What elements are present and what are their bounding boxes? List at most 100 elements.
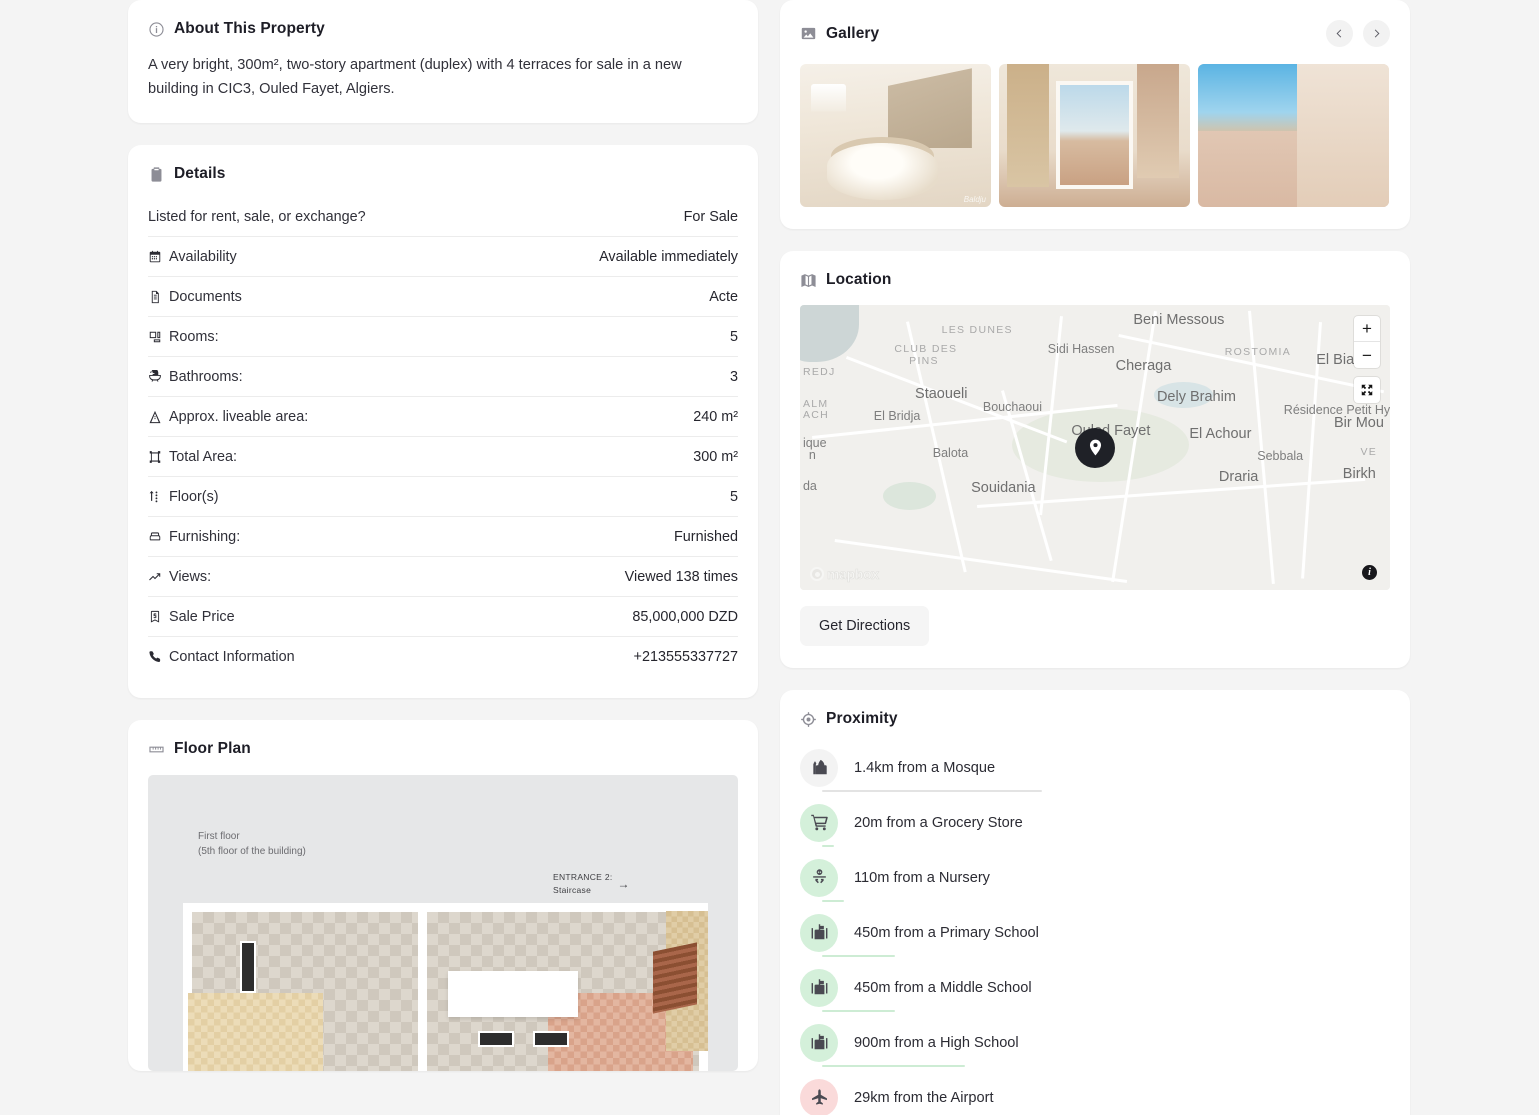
- map-place-label: da: [802, 478, 817, 493]
- map-info-button[interactable]: i: [1362, 565, 1377, 580]
- expand-icon: [1361, 384, 1373, 396]
- details-label-text: Sale Price: [169, 609, 235, 626]
- details-card: Details Listed for rent, sale, or exchan…: [128, 145, 758, 699]
- proximity-item: 1.4km from a Mosque: [800, 740, 1390, 795]
- floor-plan-entrance-text: ENTRANCE 2: Staircase: [553, 872, 613, 896]
- map-zoom-in-button[interactable]: +: [1354, 316, 1380, 342]
- gallery-thumb-2[interactable]: [999, 64, 1190, 207]
- map-place-label: El Bia: [1316, 352, 1355, 369]
- details-row-value: 240 m²: [693, 409, 738, 426]
- location-header: Location: [800, 271, 1390, 289]
- airplane-icon: [810, 1088, 829, 1107]
- gallery-thumb-1[interactable]: Baldju: [800, 64, 991, 207]
- details-row: Furnishing: Furnished: [148, 517, 738, 558]
- property-listing-page: About This Property A very bright, 300m²…: [0, 0, 1539, 1115]
- floor-plan-fixture-2: [478, 1031, 514, 1048]
- document-icon: [148, 290, 162, 304]
- proximity-label: 20m from a Grocery Store: [854, 814, 1023, 831]
- details-header: Details: [148, 165, 738, 183]
- chevron-right-icon: [1374, 29, 1380, 38]
- ruler-icon: [148, 741, 165, 758]
- details-row-label: Documents: [148, 289, 242, 305]
- gallery-thumb-3[interactable]: Baldju: [1198, 64, 1389, 207]
- details-row-label: Floor(s): [148, 489, 219, 505]
- details-row: Availability Available immediately: [148, 237, 738, 278]
- map-place-label: Beni Messous: [1133, 312, 1225, 329]
- gallery-card: Gallery Baldju Baldju: [780, 0, 1410, 229]
- photo-watermark: Baldju: [1361, 195, 1384, 204]
- details-row-value: 5: [729, 329, 738, 346]
- gallery-title: Gallery: [826, 24, 880, 42]
- school-icon: [810, 923, 829, 942]
- gallery-next-button[interactable]: [1363, 20, 1390, 47]
- map-place-label: El Achour: [1189, 426, 1252, 443]
- phone-icon: [148, 650, 162, 664]
- map-zoom-out-button[interactable]: −: [1354, 342, 1380, 368]
- details-row-label: Total Area:: [148, 449, 237, 465]
- about-title: About This Property: [174, 20, 325, 37]
- details-label-text: Furnishing:: [169, 529, 241, 546]
- details-row-value: +213555337727: [633, 649, 738, 666]
- proximity-label: 900m from a High School: [854, 1034, 1019, 1051]
- proximity-label: 110m from a Nursery: [854, 869, 990, 886]
- proximity-icon-badge: [800, 968, 838, 1007]
- map-location-pin[interactable]: [1075, 427, 1115, 468]
- floor-plan-entrance-label: ENTRANCE 2: Staircase →: [553, 871, 630, 897]
- glass-door: [1306, 84, 1361, 163]
- floor-plan-entrance-arrow: →: [617, 877, 630, 892]
- proximity-card: Proximity 1.4km from a Mosque 20m from a …: [780, 690, 1410, 1115]
- details-row: Documents Acte: [148, 277, 738, 318]
- trend-up-icon: [148, 570, 162, 584]
- proximity-label: 450m from a Middle School: [854, 979, 1032, 996]
- map-place-label: Cheraga: [1115, 357, 1172, 374]
- school-icon: [810, 1033, 829, 1052]
- map-place-label: El Bridja: [873, 409, 921, 424]
- proximity-item: 110m from a Nursery: [800, 850, 1390, 905]
- map-place-label: n: [808, 447, 816, 462]
- clipboard-icon: [148, 166, 165, 183]
- map[interactable]: LES DUNES Beni Messous Sidi Hassen Cheraga R…: [800, 305, 1390, 590]
- map-place-label: ACH: [802, 409, 830, 422]
- map-place-label: Balota: [932, 446, 969, 461]
- floor-plan-header: Floor Plan: [148, 740, 738, 758]
- details-label-text: Total Area:: [169, 449, 237, 466]
- floor-plan-rug-left: [188, 993, 323, 1072]
- proximity-list: 1.4km from a Mosque 20m from a Grocery St…: [800, 740, 1390, 1115]
- proximity-item: 450m from a Middle School: [800, 960, 1390, 1015]
- details-label-text: Rooms:: [169, 329, 219, 346]
- proximity-title: Proximity: [826, 710, 898, 727]
- proximity-label: 1.4km from a Mosque: [854, 759, 996, 776]
- gallery-prev-button[interactable]: [1326, 20, 1353, 47]
- details-label-text: Documents: [169, 289, 242, 306]
- map-place-label: Souidania: [971, 480, 1036, 497]
- proximity-item: 29km from the Airport: [800, 1070, 1390, 1115]
- details-table: Listed for rent, sale, or exchange? For S…: [148, 197, 738, 676]
- proximity-distance-bar: [822, 1065, 965, 1067]
- proximity-icon-badge: [800, 1023, 838, 1062]
- get-directions-button[interactable]: Get Directions: [800, 606, 930, 646]
- about-header: About This Property: [148, 20, 738, 38]
- about-description: A very bright, 300m², two-story apartmen…: [148, 57, 682, 97]
- ruler-triangle-icon: [148, 410, 162, 424]
- floor-plan-card: Floor Plan First floor (5th floor of the…: [128, 720, 758, 1072]
- cart-icon: [810, 813, 829, 832]
- details-row-value: Acte: [709, 289, 738, 306]
- proximity-icon-badge: [800, 748, 838, 787]
- map-place-label: VE: [1360, 446, 1378, 459]
- map-place-label: ROSTOMIA: [1224, 346, 1292, 359]
- map-fullscreen-button[interactable]: [1354, 377, 1380, 403]
- location-card: Location LES DUNES Beni Messous Sidi Has…: [780, 251, 1410, 668]
- gallery-thumbnails: Baldju Baldju: [800, 64, 1390, 207]
- proximity-distance-bar: [822, 790, 1042, 792]
- proximity-distance-bar: [822, 1010, 895, 1012]
- details-row-label: Availability: [148, 249, 237, 265]
- details-row-label: Bathrooms:: [148, 369, 243, 385]
- proximity-icon-badge: [800, 803, 838, 842]
- proximity-distance-bar: [822, 955, 895, 957]
- photo-watermark: Baldju: [963, 195, 986, 204]
- map-place-label: PINS: [909, 354, 939, 367]
- details-row-value: For Sale: [683, 209, 738, 226]
- floor-plan-image[interactable]: First floor (5th floor of the building) …: [148, 775, 738, 1072]
- details-label-text: Contact Information: [169, 649, 295, 666]
- mapbox-label: mapbox: [827, 566, 880, 583]
